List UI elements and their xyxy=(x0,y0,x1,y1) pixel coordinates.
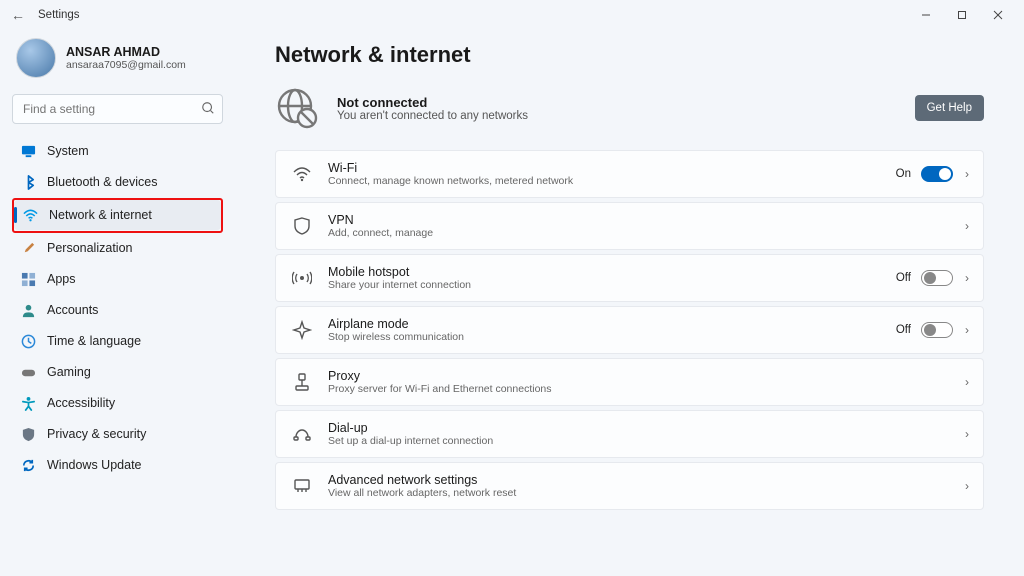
ethernet-icon xyxy=(290,474,314,498)
search-container xyxy=(12,94,223,124)
maximize-button[interactable] xyxy=(944,1,980,29)
user-email: ansaraa7095@gmail.com xyxy=(66,59,186,71)
monitor-icon xyxy=(21,144,36,159)
globe-disconnected-icon xyxy=(275,86,319,130)
network-status: Not connected You aren't connected to an… xyxy=(275,86,984,130)
shield-icon xyxy=(21,427,36,442)
back-button[interactable]: ← xyxy=(8,7,28,23)
sidebar-item-privacy-security[interactable]: Privacy & security xyxy=(12,419,223,449)
card-desc: Share your internet connection xyxy=(328,279,896,291)
gamepad-icon xyxy=(21,365,36,380)
apps-icon xyxy=(21,272,36,287)
sidebar-item-network-internet[interactable]: Network & internet xyxy=(14,200,221,230)
chevron-right-icon: › xyxy=(965,323,969,337)
chevron-right-icon: › xyxy=(965,271,969,285)
update-icon xyxy=(21,458,36,473)
card-airplane-mode[interactable]: Airplane modeStop wireless communication… xyxy=(275,306,984,354)
airplane-icon xyxy=(290,318,314,342)
settings-cards: Wi-FiConnect, manage known networks, met… xyxy=(275,150,984,510)
sidebar: ANSAR AHMAD ansaraa7095@gmail.com System… xyxy=(0,30,235,576)
user-name: ANSAR AHMAD xyxy=(66,45,186,59)
shield-outline-icon xyxy=(290,214,314,238)
hotspot-icon xyxy=(290,266,314,290)
card-desc: Proxy server for Wi-Fi and Ethernet conn… xyxy=(328,383,965,395)
card-title: Mobile hotspot xyxy=(328,265,896,279)
sidebar-item-label: Network & internet xyxy=(49,208,152,222)
dialup-icon xyxy=(290,422,314,446)
sidebar-item-label: Windows Update xyxy=(47,458,142,472)
card-title: Wi-Fi xyxy=(328,161,896,175)
toggle-switch[interactable] xyxy=(921,322,953,338)
sidebar-item-label: Apps xyxy=(47,272,76,286)
toggle-switch[interactable] xyxy=(921,166,953,182)
card-mobile-hotspot[interactable]: Mobile hotspotShare your internet connec… xyxy=(275,254,984,302)
chevron-right-icon: › xyxy=(965,427,969,441)
clock-icon xyxy=(21,334,36,349)
brush-icon xyxy=(21,241,36,256)
card-desc: Set up a dial-up internet connection xyxy=(328,435,965,447)
accessibility-icon xyxy=(21,396,36,411)
card-desc: View all network adapters, network reset xyxy=(328,487,965,499)
sidebar-item-label: Time & language xyxy=(47,334,141,348)
sidebar-item-label: Personalization xyxy=(47,241,132,255)
chevron-right-icon: › xyxy=(965,479,969,493)
card-state: Off xyxy=(896,324,911,336)
sidebar-item-system[interactable]: System xyxy=(12,136,223,166)
wifi-icon xyxy=(23,208,38,223)
sidebar-item-time-language[interactable]: Time & language xyxy=(12,326,223,356)
card-desc: Connect, manage known networks, metered … xyxy=(328,175,896,187)
sidebar-item-bluetooth-devices[interactable]: Bluetooth & devices xyxy=(12,167,223,197)
get-help-button[interactable]: Get Help xyxy=(915,95,984,121)
card-advanced-network-settings[interactable]: Advanced network settingsView all networ… xyxy=(275,462,984,510)
chevron-right-icon: › xyxy=(965,219,969,233)
sidebar-item-label: Accessibility xyxy=(47,396,115,410)
nav-list: System Bluetooth & devices Network & inter… xyxy=(12,136,223,480)
card-proxy[interactable]: ProxyProxy server for Wi-Fi and Ethernet… xyxy=(275,358,984,406)
status-title: Not connected xyxy=(337,95,528,110)
card-desc: Add, connect, manage xyxy=(328,227,965,239)
user-profile[interactable]: ANSAR AHMAD ansaraa7095@gmail.com xyxy=(12,36,223,80)
sidebar-item-accessibility[interactable]: Accessibility xyxy=(12,388,223,418)
app-title: Settings xyxy=(38,9,80,21)
sidebar-item-gaming[interactable]: Gaming xyxy=(12,357,223,387)
chevron-right-icon: › xyxy=(965,167,969,181)
sidebar-item-label: Accounts xyxy=(47,303,98,317)
sidebar-item-label: Bluetooth & devices xyxy=(47,175,158,189)
minimize-button[interactable] xyxy=(908,1,944,29)
card-title: Advanced network settings xyxy=(328,473,965,487)
sidebar-item-windows-update[interactable]: Windows Update xyxy=(12,450,223,480)
card-dial-up[interactable]: Dial-upSet up a dial-up internet connect… xyxy=(275,410,984,458)
main-content: Network & internet Not connected You are… xyxy=(235,30,1024,576)
card-desc: Stop wireless communication xyxy=(328,331,896,343)
proxy-icon xyxy=(290,370,314,394)
search-icon xyxy=(201,101,215,115)
chevron-right-icon: › xyxy=(965,375,969,389)
search-input[interactable] xyxy=(12,94,223,124)
sidebar-item-label: System xyxy=(47,144,89,158)
close-button[interactable] xyxy=(980,1,1016,29)
sidebar-item-label: Privacy & security xyxy=(47,427,146,441)
card-title: Proxy xyxy=(328,369,965,383)
sidebar-item-apps[interactable]: Apps xyxy=(12,264,223,294)
avatar xyxy=(16,38,56,78)
page-title: Network & internet xyxy=(275,42,984,68)
card-state: On xyxy=(896,168,911,180)
toggle-switch[interactable] xyxy=(921,270,953,286)
wifi-icon xyxy=(290,162,314,186)
card-title: Airplane mode xyxy=(328,317,896,331)
sidebar-item-personalization[interactable]: Personalization xyxy=(12,233,223,263)
card-title: Dial-up xyxy=(328,421,965,435)
status-desc: You aren't connected to any networks xyxy=(337,110,528,122)
card-wi-fi[interactable]: Wi-FiConnect, manage known networks, met… xyxy=(275,150,984,198)
highlight-outline: Network & internet xyxy=(12,198,223,233)
card-vpn[interactable]: VPNAdd, connect, manage› xyxy=(275,202,984,250)
card-state: Off xyxy=(896,272,911,284)
card-title: VPN xyxy=(328,213,965,227)
sidebar-item-label: Gaming xyxy=(47,365,91,379)
titlebar: ← Settings xyxy=(0,0,1024,30)
sidebar-item-accounts[interactable]: Accounts xyxy=(12,295,223,325)
person-icon xyxy=(21,303,36,318)
bluetooth-icon xyxy=(21,175,36,190)
